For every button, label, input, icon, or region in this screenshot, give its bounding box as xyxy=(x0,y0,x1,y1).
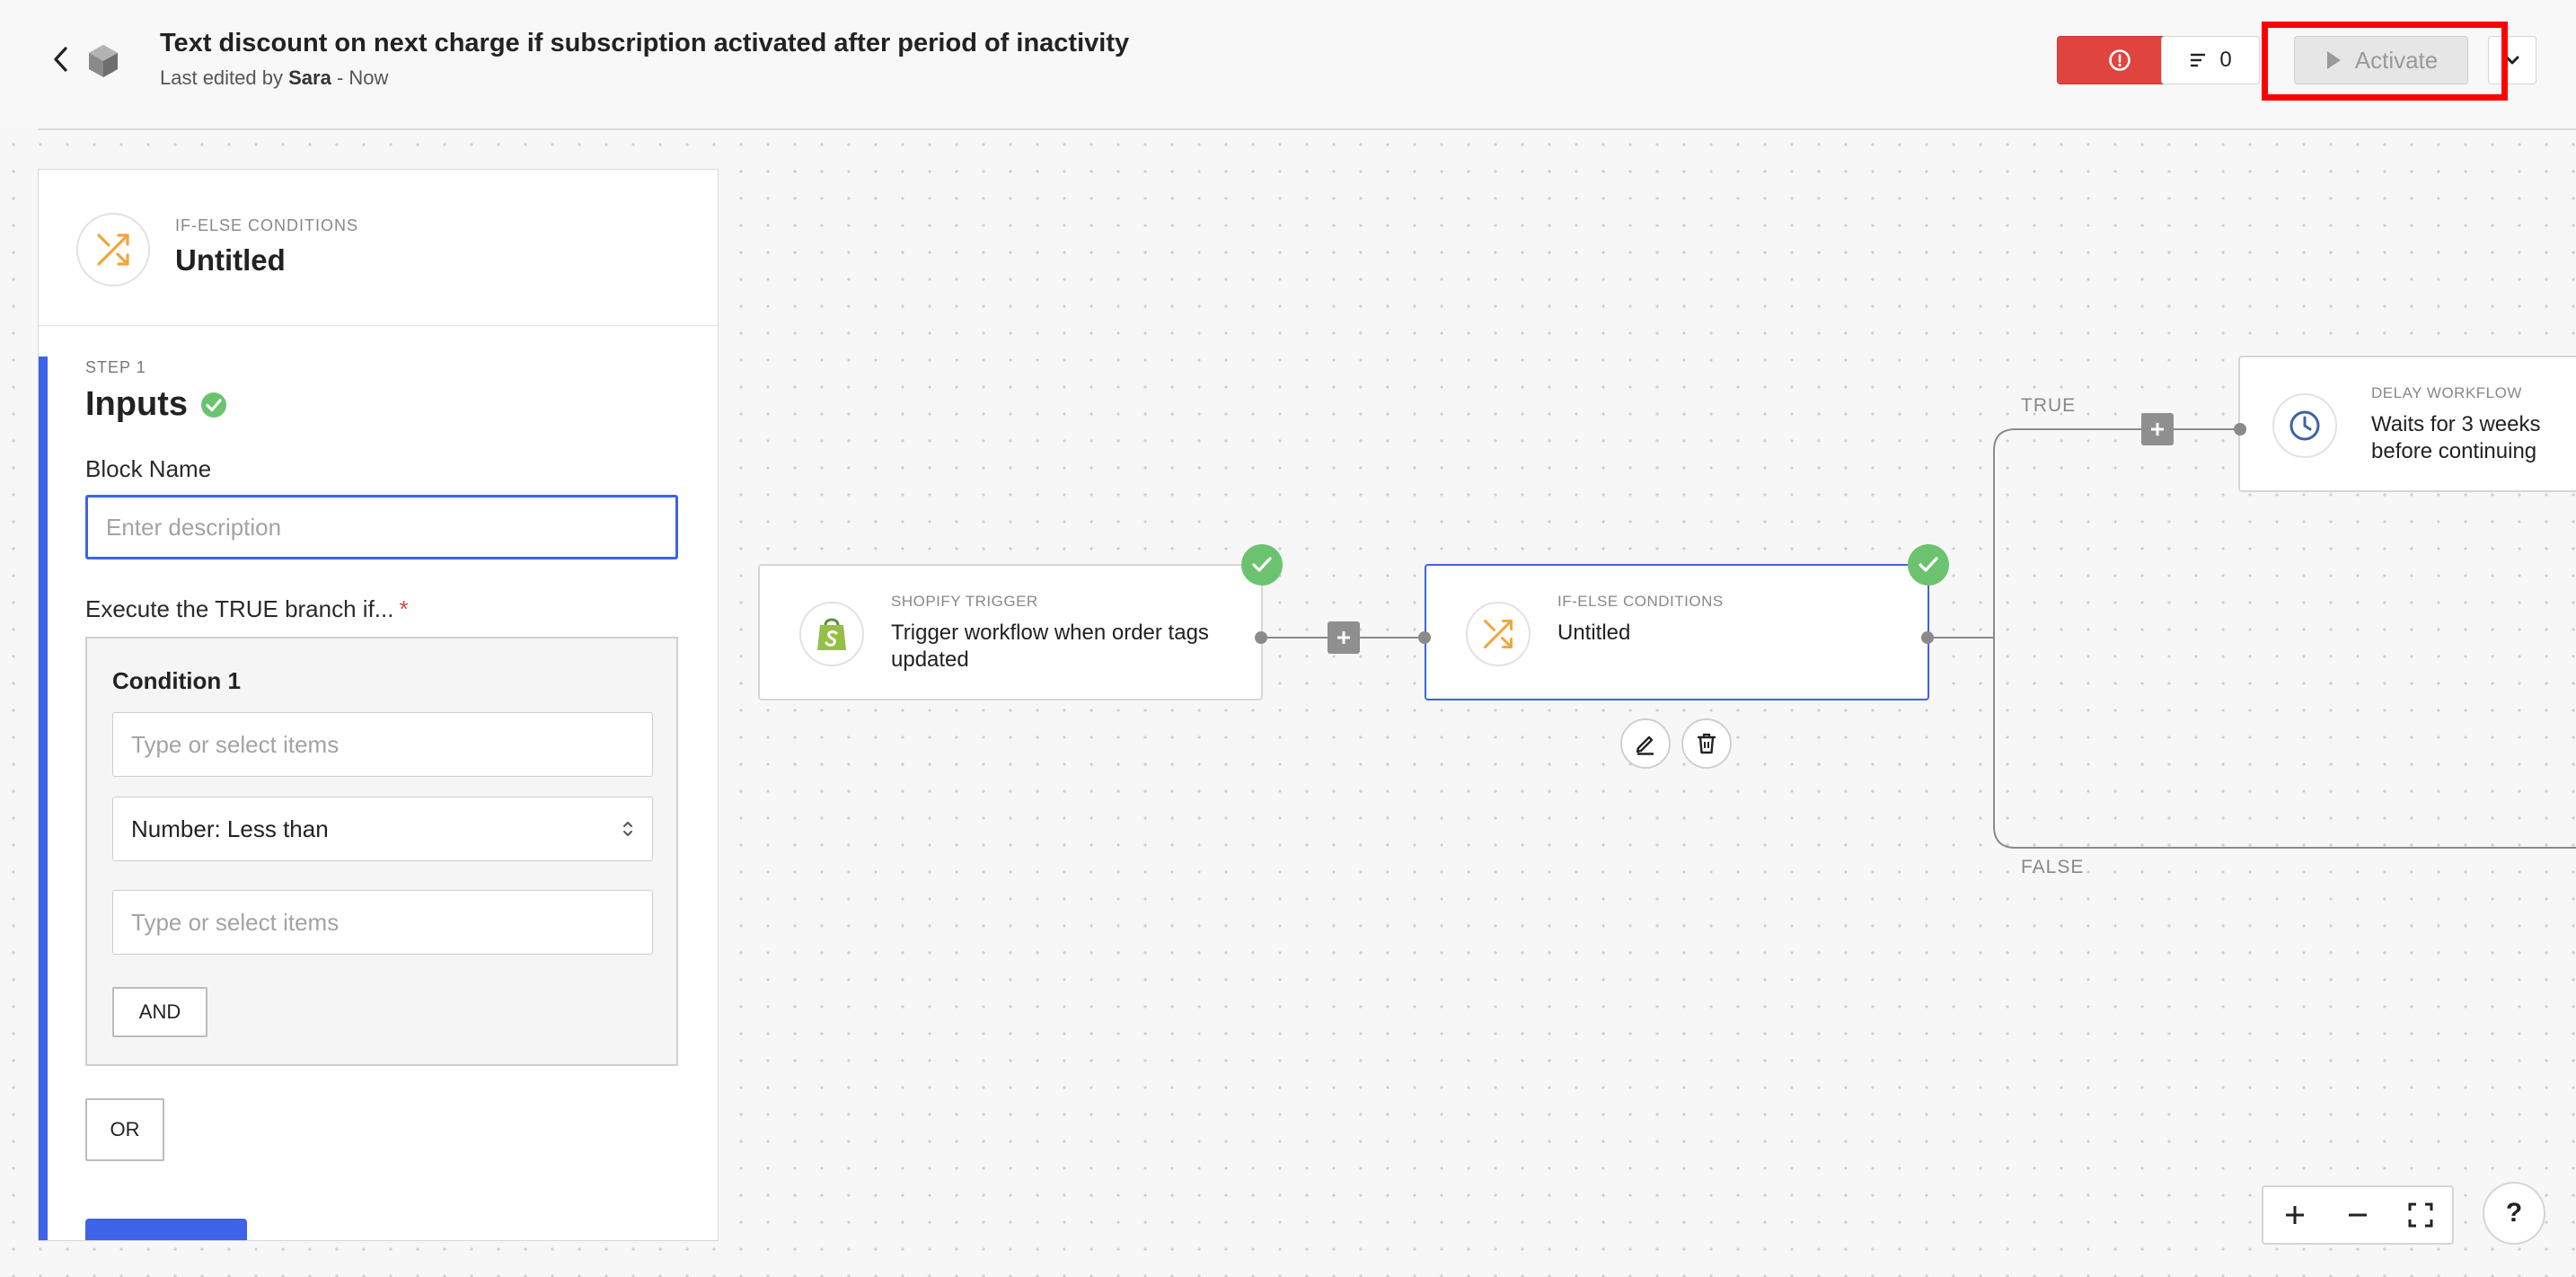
edit-node-button[interactable] xyxy=(1620,718,1671,769)
false-branch-label: FALSE xyxy=(2021,857,2085,877)
ifelse-node[interactable]: IF-ELSE CONDITIONS Untitled xyxy=(1425,564,1929,700)
add-step-button[interactable] xyxy=(1328,621,1360,654)
delay-input-port[interactable] xyxy=(2234,423,2246,436)
ifelse-output-port[interactable] xyxy=(1921,631,1934,644)
shopify-node-icon xyxy=(799,602,864,666)
ifelse-node-text: Untitled xyxy=(1557,621,1631,645)
delay-node-kicker: DELAY WORKFLOW xyxy=(2371,384,2522,401)
plus-icon xyxy=(2151,423,2164,436)
edit-icon xyxy=(1636,735,1654,755)
trigger-valid-badge xyxy=(1241,544,1283,586)
clock-icon xyxy=(2289,410,2320,441)
zoom-in-button[interactable] xyxy=(2263,1187,2326,1243)
zoom-out-button[interactable] xyxy=(2326,1187,2389,1243)
shopify-icon xyxy=(817,618,846,650)
connector-lines xyxy=(1261,428,2576,849)
ifelse-node-kicker: IF-ELSE CONDITIONS xyxy=(1557,593,1724,610)
ifelse-valid-badge xyxy=(1908,544,1949,586)
zoom-in-icon xyxy=(2286,1206,2304,1224)
shopify-trigger-node[interactable]: SHOPIFY TRIGGER Trigger workflow when or… xyxy=(758,564,1263,700)
check-icon xyxy=(1919,557,1938,572)
help-button[interactable]: ? xyxy=(2483,1182,2545,1245)
trigger-node-kicker: SHOPIFY TRIGGER xyxy=(891,593,1038,610)
zoom-controls xyxy=(2262,1185,2454,1245)
plus-icon xyxy=(1337,631,1350,644)
ifelse-node-icon xyxy=(1466,602,1531,666)
true-branch-label: TRUE xyxy=(2021,395,2077,416)
trash-icon xyxy=(1697,733,1716,754)
delay-node-text: Waits for 3 weeks before continuing xyxy=(2371,412,2541,463)
fullscreen-button[interactable] xyxy=(2389,1187,2452,1243)
delete-node-button[interactable] xyxy=(1681,718,1732,769)
shuffle-icon xyxy=(1484,620,1513,648)
zoom-out-icon xyxy=(2349,1213,2367,1217)
trigger-node-text: Trigger workflow when order tags updated xyxy=(891,621,1209,672)
delay-node-icon xyxy=(2272,393,2337,458)
delay-workflow-node[interactable]: DELAY WORKFLOW Waits for 3 weeks before … xyxy=(2238,356,2576,492)
ifelse-input-port[interactable] xyxy=(1418,631,1431,644)
check-icon xyxy=(1252,557,1272,572)
fullscreen-icon xyxy=(2408,1202,2433,1228)
trigger-output-port[interactable] xyxy=(1255,631,1267,644)
add-true-step-button[interactable] xyxy=(2141,413,2174,445)
